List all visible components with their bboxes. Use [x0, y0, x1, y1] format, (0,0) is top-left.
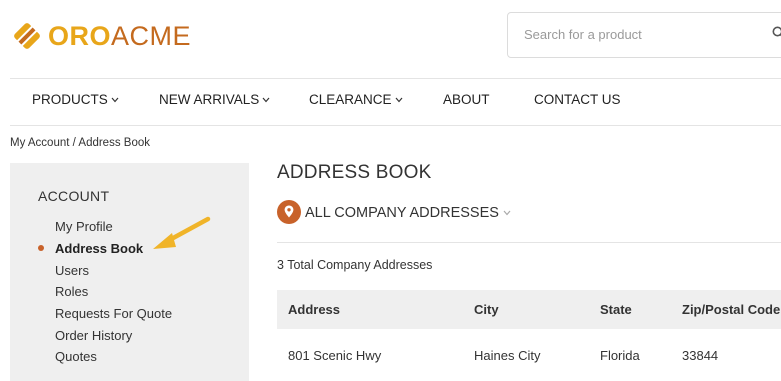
brand-name: OROACME — [48, 20, 192, 51]
account-sidebar: ACCOUNT My Profile Address Book Users Ro… — [10, 163, 249, 381]
nav-divider — [10, 125, 781, 126]
column-header-zip[interactable]: Zip/Postal Code — [682, 302, 780, 317]
column-header-state[interactable]: State — [600, 302, 632, 317]
location-pin-badge — [277, 200, 301, 224]
active-indicator-dot — [38, 245, 44, 251]
header-divider — [10, 78, 781, 79]
breadcrumb: My Account / Address Book — [10, 137, 150, 149]
column-header-address[interactable]: Address — [288, 302, 340, 317]
annotation-arrow-icon — [153, 216, 211, 249]
column-header-city[interactable]: City — [474, 302, 499, 317]
nav-clearance[interactable]: CLEARANCE — [309, 92, 403, 107]
chevron-down-icon — [503, 210, 511, 216]
table-cell-zip: 33844 — [682, 348, 719, 363]
sidebar-item-order-history[interactable]: Order History — [55, 328, 132, 343]
sidebar-item-users[interactable]: Users — [55, 263, 89, 278]
brand-logo[interactable]: OROACME — [10, 18, 191, 54]
sidebar-item-address-book[interactable]: Address Book — [55, 241, 143, 256]
address-filter-label: ALL COMPANY ADDRESSES — [305, 205, 499, 221]
nav-contact-us[interactable]: CONTACT US — [534, 92, 621, 107]
map-pin-icon — [284, 205, 294, 218]
sidebar-item-my-profile[interactable]: My Profile — [55, 219, 113, 234]
search-box[interactable]: Search for a product — [507, 12, 781, 58]
address-filter-dropdown[interactable]: ALL COMPANY ADDRESSES — [305, 205, 511, 221]
nav-about[interactable]: ABOUT — [443, 92, 490, 107]
chevron-down-icon — [262, 97, 270, 102]
table-cell-state: Florida — [600, 348, 640, 363]
page-title: ADDRESS BOOK — [277, 162, 432, 183]
sidebar-title: ACCOUNT — [38, 188, 110, 204]
search-icon[interactable] — [772, 26, 781, 40]
table-cell-city: Haines City — [474, 348, 541, 363]
table-cell-address: 801 Scenic Hwy — [288, 348, 382, 363]
chevron-down-icon — [395, 97, 402, 102]
sidebar-item-roles[interactable]: Roles — [55, 284, 88, 299]
nav-products[interactable]: PRODUCTS — [32, 92, 119, 107]
sidebar-item-requests-for-quote[interactable]: Requests For Quote — [55, 306, 172, 321]
brand-logo-icon — [14, 23, 40, 49]
chevron-down-icon — [111, 97, 119, 102]
nav-new-arrivals[interactable]: NEW ARRIVALS — [159, 92, 270, 107]
total-addresses-count: 3 Total Company Addresses — [277, 258, 433, 272]
sidebar-item-quotes[interactable]: Quotes — [55, 349, 97, 364]
search-input[interactable]: Search for a product — [524, 27, 642, 42]
filter-divider — [277, 242, 781, 243]
